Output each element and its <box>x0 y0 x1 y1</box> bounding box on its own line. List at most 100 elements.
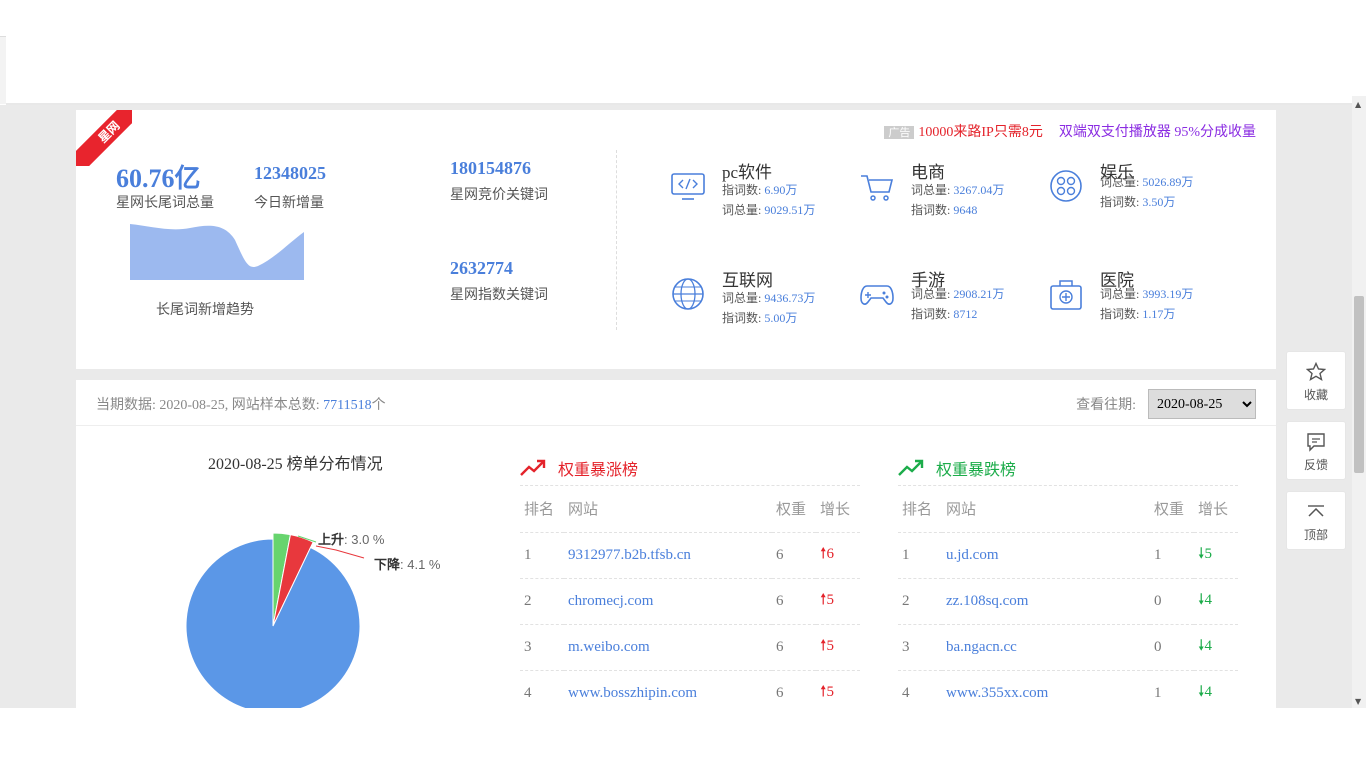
trend-label: 长尾词新增趋势 <box>156 303 254 318</box>
cart-icon <box>861 175 894 201</box>
scroll-down-arrow-icon[interactable]: ▼ <box>1355 697 1361 706</box>
feedback-button[interactable]: 反馈 <box>1286 421 1346 480</box>
index-keywords-label: 星网指数关键词 <box>450 288 548 303</box>
site-link[interactable]: www.bosszhipin.com <box>564 670 772 708</box>
stat-value: 1.17万 <box>1142 307 1176 321</box>
site-link[interactable]: u.jd.com <box>942 532 1150 579</box>
growth-cell: 🠕5 <box>816 624 860 671</box>
period-select[interactable]: 2020-08-25 <box>1148 389 1256 419</box>
stat-label: 指词数: <box>722 183 762 197</box>
feedback-icon <box>1307 433 1325 452</box>
stats-panel: 星网 60.76亿 星网长尾词总量 12348025 今日新增量 长尾词新增趋势… <box>76 110 1276 369</box>
distribution-pie-chart <box>186 532 365 708</box>
table-header: 排名 网站 权重 增长 <box>520 486 860 533</box>
ad-link-player[interactable]: 双端双支付播放器 95%分成收量 <box>1059 121 1256 141</box>
stat-label: 词总量: <box>911 287 951 301</box>
favorite-label: 收藏 <box>1303 388 1328 402</box>
vertical-scrollbar[interactable]: ▲ ▼ <box>1352 96 1366 708</box>
category-pc-software[interactable]: pc软件 指词数: 6.90万 词总量: 9029.51万 <box>670 158 860 220</box>
growth-cell: 🠕6 <box>816 532 860 579</box>
category-ecommerce[interactable]: 电商 词总量: 3267.04万 指词数: 9648 <box>859 158 1049 220</box>
period-info: 当期数据: 2020-08-25, 网站样本总数: 7711518个 <box>96 394 386 414</box>
fall-title-text: 权重暴跌榜 <box>936 461 1017 479</box>
stat-value: 5.00万 <box>764 311 798 325</box>
weight-cell: 6 <box>772 578 816 625</box>
stat-label: 词总量: <box>1100 287 1140 301</box>
growth-value: 5 <box>1204 545 1212 562</box>
rank-cell: 4 <box>898 670 942 708</box>
table-row: 2 zz.108sq.com 0 🠗4 <box>898 578 1238 625</box>
period-header: 当期数据: 2020-08-25, 网站样本总数: 7711518个 查看往期:… <box>76 380 1276 426</box>
category-stats: 指词数: 6.90万 词总量: 9029.51万 <box>722 180 815 220</box>
rise-title-text: 权重暴涨榜 <box>558 461 639 479</box>
back-to-top-button[interactable]: 顶部 <box>1286 491 1346 550</box>
table-row: 4 www.355xx.com 1 🠗4 <box>898 670 1238 708</box>
category-stats: 词总量: 3267.04万 指词数: 9648 <box>911 180 1004 220</box>
sample-unit: 个 <box>371 398 386 413</box>
rank-cell: 4 <box>520 670 564 708</box>
stat-value: 9029.51万 <box>764 203 816 217</box>
site-link[interactable]: chromecj.com <box>564 578 772 625</box>
table-row: 4 www.bosszhipin.com 6 🠕5 <box>520 670 860 708</box>
category-internet[interactable]: 互联网 词总量: 9436.73万 指词数: 5.00万 <box>670 266 860 328</box>
weight-cell: 6 <box>772 532 816 579</box>
stat-label: 词总量: <box>911 183 951 197</box>
site-link[interactable]: 9312977.b2b.tfsb.cn <box>564 532 772 579</box>
growth-cell: 🠕5 <box>816 670 860 708</box>
scroll-up-arrow-icon[interactable]: ▲ <box>1355 100 1361 109</box>
category-stats: 词总量: 2908.21万 指词数: 8712 <box>911 284 1004 324</box>
stat-value: 2908.21万 <box>953 287 1005 301</box>
top-header <box>0 0 1366 105</box>
col-growth: 增长 <box>816 486 860 533</box>
growth-cell: 🠕5 <box>816 578 860 625</box>
site-link[interactable]: zz.108sq.com <box>942 578 1150 625</box>
growth-value: 4 <box>1204 637 1212 654</box>
weight-cell: 6 <box>772 624 816 671</box>
rise-title: 权重暴涨榜 <box>520 450 860 486</box>
site-link[interactable]: m.weibo.com <box>564 624 772 671</box>
weight-cell: 6 <box>772 670 816 708</box>
growth-value: 4 <box>1204 683 1212 700</box>
stat-label: 指词数: <box>1100 307 1140 321</box>
table-row: 3 ba.ngacn.cc 0 🠗4 <box>898 624 1238 671</box>
period-prefix: 当期数据: 2020-08-25, 网站样本总数: <box>96 398 320 413</box>
stat-value: 8712 <box>953 307 978 321</box>
stat-label: 指词数: <box>911 307 951 321</box>
rise-ranking: 权重暴涨榜 排名 网站 权重 增长 1 9312977.b2b.tfsb.cn 6 🠕… <box>520 450 860 708</box>
weight-cell: 1 <box>1150 670 1194 708</box>
stat-label: 词总量: <box>722 291 762 305</box>
category-entertainment[interactable]: 娱乐 词总量: 5026.89万 指词数: 3.50万 <box>1048 158 1238 214</box>
rank-cell: 2 <box>520 578 564 625</box>
down-name: 下降 <box>374 557 401 572</box>
stat-label: 指词数: <box>1100 195 1140 209</box>
site-link[interactable]: ba.ngacn.cc <box>942 624 1150 671</box>
table-row: 1 u.jd.com 1 🠗5 <box>898 532 1238 579</box>
stat-label: 指词数: <box>911 203 951 217</box>
bid-keywords-value: 180154876 <box>450 158 531 178</box>
site-link[interactable]: www.355xx.com <box>942 670 1150 708</box>
scrollbar-thumb[interactable] <box>1354 296 1364 473</box>
trend-area-chart <box>130 224 304 280</box>
category-hospital[interactable]: 医院 词总量: 3993.19万 指词数: 1.17万 <box>1048 266 1238 326</box>
ad-link-ip[interactable]: 10000来路IP只需8元 <box>918 125 1042 140</box>
growth-cell: 🠗4 <box>1194 578 1238 625</box>
stat-value: 6.90万 <box>764 183 798 197</box>
col-growth: 增长 <box>1194 486 1238 533</box>
today-new-value: 12348025 <box>254 163 326 183</box>
total-longtail-value: 60.76亿 <box>116 164 201 193</box>
col-rank: 排名 <box>520 486 564 533</box>
up-value: : 3.0 % <box>344 532 385 547</box>
stat-value: 3267.04万 <box>953 183 1005 197</box>
rank-cell: 1 <box>898 532 942 579</box>
table-header: 排名 网站 权重 增长 <box>898 486 1238 533</box>
growth-value: 5 <box>826 637 834 654</box>
favorite-button[interactable]: 收藏 <box>1286 351 1346 410</box>
table-row: 1 9312977.b2b.tfsb.cn 6 🠕6 <box>520 532 860 579</box>
gamepad-icon <box>860 285 894 305</box>
bid-keywords-label: 星网竞价关键词 <box>450 188 548 203</box>
category-mobile-games[interactable]: 手游 词总量: 2908.21万 指词数: 8712 <box>859 266 1049 326</box>
weight-cell: 0 <box>1150 578 1194 625</box>
ranking-panel: 当期数据: 2020-08-25, 网站样本总数: 7711518个 查看往期:… <box>76 380 1276 708</box>
growth-cell: 🠗4 <box>1194 624 1238 671</box>
today-new-label: 今日新增量 <box>254 196 324 211</box>
